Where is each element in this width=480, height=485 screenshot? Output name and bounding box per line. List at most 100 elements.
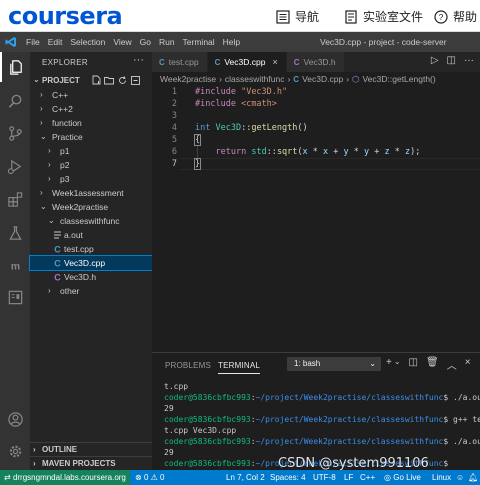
chevron-right-icon: › xyxy=(219,74,222,84)
tree-item-test-cpp[interactable]: C test.cpp xyxy=(30,242,152,256)
close-panel-icon[interactable]: × xyxy=(465,357,471,372)
new-folder-icon[interactable] xyxy=(104,74,114,86)
tree-item-cpp[interactable]: › C++ xyxy=(30,88,152,102)
remote-indicator[interactable]: ⇄ drrgsngmndal.labs.coursera.org xyxy=(0,470,130,485)
add-terminal-icon[interactable]: + xyxy=(386,357,392,372)
project-section-header[interactable]: ⌄ PROJECT xyxy=(30,74,152,88)
compass-icon xyxy=(276,9,290,24)
source-control-activity[interactable] xyxy=(0,118,30,148)
encoding-status[interactable]: UTF-8 xyxy=(313,470,336,485)
menu-bar: File Edit Selection View Go Run Terminal… xyxy=(0,32,480,52)
tree-item-p2[interactable]: › p2 xyxy=(30,158,152,172)
line-number: 6 xyxy=(171,147,177,157)
menu-edit[interactable]: Edit xyxy=(44,32,67,52)
tree-item-other[interactable]: › other xyxy=(30,284,152,298)
tab-terminal[interactable]: TERMINAL xyxy=(218,361,261,374)
breadcrumb-item[interactable]: Vec3D.cpp xyxy=(302,74,343,84)
eol-status[interactable]: LF xyxy=(344,470,353,485)
tree-item-week1assessment[interactable]: › Week1assessment xyxy=(30,186,152,200)
menu-terminal[interactable]: Terminal xyxy=(179,32,219,52)
code-line: 1 #include "Vec3D.h" xyxy=(152,86,480,98)
tab-problems[interactable]: PROBLEMS xyxy=(165,361,211,370)
tree-item-vec3d-h[interactable]: C Vec3D.h xyxy=(30,270,152,284)
tree-item-function[interactable]: › function xyxy=(30,116,152,130)
menu-help[interactable]: Help xyxy=(219,32,244,52)
nav-help-button[interactable]: ? 帮助 xyxy=(434,8,477,25)
cursor-position[interactable]: Ln 7, Col 2 xyxy=(226,470,265,485)
collapse-all-icon[interactable] xyxy=(130,74,140,86)
tree-item-a-out[interactable]: a.out xyxy=(30,228,152,242)
language-mode[interactable]: C++ xyxy=(360,470,375,485)
tree-item-label: Week2practise xyxy=(52,202,109,212)
indentation-status[interactable]: Spaces: 4 xyxy=(270,470,306,485)
tree-item-practice[interactable]: ⌄ Practice xyxy=(30,130,152,144)
split-editor-icon[interactable]: ◫ xyxy=(447,55,456,66)
nav-lab-files-button[interactable]: 实验室文件 xyxy=(344,8,423,25)
tab-test-cpp[interactable]: C test.cpp xyxy=(152,52,208,72)
more-actions-icon[interactable]: ··· xyxy=(464,55,474,66)
chevron-down-icon: ⌄ xyxy=(369,359,376,368)
problems-status[interactable]: ⊗ 0 ⚠ 0 xyxy=(135,470,164,485)
tab-vec3d-h[interactable]: C Vec3D.h xyxy=(286,52,345,72)
split-terminal-icon[interactable]: ◫ xyxy=(409,357,418,372)
extensions-activity[interactable] xyxy=(0,184,30,214)
tree-item-p1[interactable]: › p1 xyxy=(30,144,152,158)
terminal-select[interactable]: 1: bash ⌄ xyxy=(287,357,381,371)
header-file-icon: C xyxy=(293,57,300,67)
nav-lab-files-label: 实验室文件 xyxy=(363,10,424,24)
nav-guide-button[interactable]: 导航 xyxy=(276,8,319,25)
breadcrumb-item[interactable]: classeswithfunc xyxy=(225,74,285,84)
outline-section-header[interactable]: › OUTLINE xyxy=(30,442,152,456)
remote-explorer-activity[interactable] xyxy=(0,282,30,312)
manage-activity[interactable] xyxy=(0,436,30,466)
tree-item-week2practise[interactable]: ⌄ Week2practise xyxy=(30,200,152,214)
maven-section-header[interactable]: › MAVEN PROJECTS xyxy=(30,456,152,470)
tree-item-classeswithfunc[interactable]: ⌄ classeswithfunc xyxy=(30,214,152,228)
maven-activity[interactable]: m xyxy=(0,250,30,280)
menu-selection[interactable]: Selection xyxy=(66,32,109,52)
close-icon[interactable]: × xyxy=(272,57,277,67)
maximize-panel-icon[interactable]: ︿ xyxy=(447,357,457,372)
binary-file-icon xyxy=(53,230,63,240)
refresh-icon[interactable] xyxy=(117,74,127,86)
new-file-icon[interactable] xyxy=(91,74,101,86)
run-icon[interactable]: ▷ xyxy=(431,55,439,66)
terminal-text: t.cpp Vec3D.cpp xyxy=(164,426,237,435)
window-title: Vec3D.cpp - project - code-server xyxy=(320,37,447,47)
menu-run[interactable]: Run xyxy=(155,32,179,52)
bell-icon[interactable]: 🔔︎ xyxy=(468,470,478,485)
accounts-activity[interactable] xyxy=(0,404,30,434)
feedback-icon[interactable]: ☺ xyxy=(456,470,464,485)
go-live-button[interactable]: ◎ Go Live xyxy=(384,470,421,485)
breadcrumb-item[interactable]: Vec3D::getLength() xyxy=(362,74,435,84)
coursera-logo[interactable]: coursera xyxy=(8,2,123,30)
svg-text:C: C xyxy=(54,273,61,283)
testing-activity[interactable] xyxy=(0,218,30,248)
tree-item-vec3d-cpp[interactable]: C Vec3D.cpp xyxy=(29,255,153,271)
terminal-line: coder@5836cbfbc993:~/project/Week2practi… xyxy=(164,414,480,425)
menu-go[interactable]: Go xyxy=(136,32,155,52)
code-text: return std::sqrt(x * x + y * y + z * z); xyxy=(215,147,421,157)
code-text: #include <cmath> xyxy=(195,99,277,109)
explorer-sidebar: EXPLORER ··· ⌄ PROJECT › C++ › C++2 › fu… xyxy=(29,52,153,470)
explorer-activity[interactable] xyxy=(0,52,30,82)
search-activity[interactable] xyxy=(0,86,30,116)
vscode-logo-icon[interactable] xyxy=(0,32,22,52)
menu-file[interactable]: File xyxy=(22,32,44,52)
tree-item-p3[interactable]: › p3 xyxy=(30,172,152,186)
cpp-file-icon: C xyxy=(53,258,63,269)
code-line: 5{ xyxy=(152,134,480,146)
chevron-down-icon[interactable]: ⌄ xyxy=(394,357,401,372)
tree-item-label: C++2 xyxy=(52,104,73,114)
tree-item-label: classeswithfunc xyxy=(60,216,120,226)
tab-vec3d-cpp[interactable]: C Vec3D.cpp × xyxy=(207,52,287,72)
menu-view[interactable]: View xyxy=(109,32,135,52)
nav-help-label: 帮助 xyxy=(453,10,478,24)
trash-icon[interactable]: 🗑︎ xyxy=(426,357,439,372)
tree-item-label: p1 xyxy=(60,146,70,156)
run-debug-activity[interactable] xyxy=(0,151,30,181)
breadcrumb-item[interactable]: Week2practise xyxy=(160,74,216,84)
more-actions-icon[interactable]: ··· xyxy=(133,54,144,66)
tree-item-cpp2[interactable]: › C++2 xyxy=(30,102,152,116)
header-file-icon: C xyxy=(53,272,63,283)
